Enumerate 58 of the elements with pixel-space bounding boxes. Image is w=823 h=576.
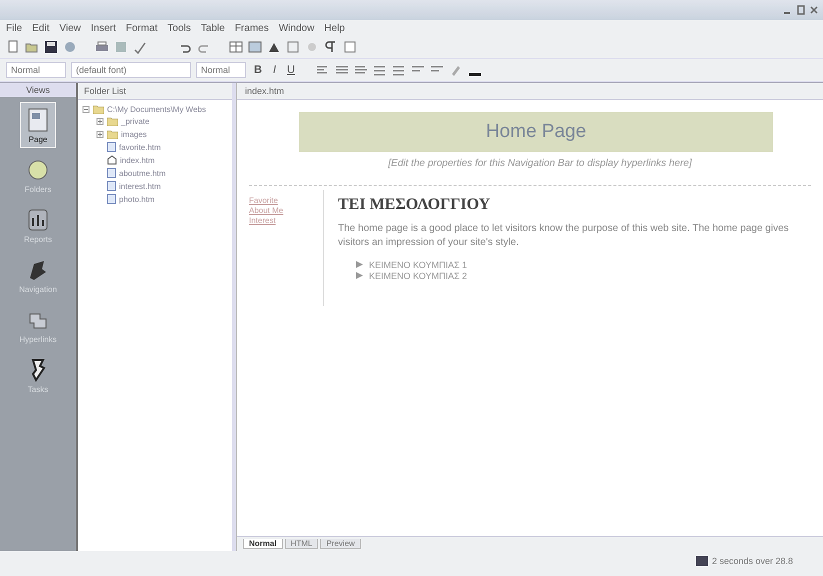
bullet-item: ΚΕΙΜΕΝΟ ΚΟΥΜΠΙΑΣ 2	[369, 270, 468, 280]
folder-list-item[interactable]: aboutme.htm	[96, 167, 166, 179]
folder-list-item[interactable]: photo.htm	[96, 193, 155, 205]
new-page-icon[interactable]	[6, 40, 20, 54]
italic-button[interactable]: I	[270, 64, 280, 76]
spelling-icon[interactable]	[133, 40, 147, 54]
page-heading: ΤΕΙ ΜΕΣΟΛΟΓΓΙΟΥ	[338, 196, 492, 214]
bullet-icon	[356, 272, 363, 279]
home-page-icon	[107, 155, 117, 165]
folder-list-item[interactable]: interest.htm	[96, 180, 161, 192]
page-banner: Home Page	[299, 112, 773, 152]
nav-link[interactable]: About Me	[249, 206, 319, 215]
numbered-list-icon[interactable]	[372, 63, 387, 77]
close-icon[interactable]	[809, 5, 819, 15]
menu-item[interactable]: Frames	[234, 22, 269, 34]
intro-paragraph: The home page is a good place to let visitors know the purpose of this web site. The home page gives visitors an impression of your site's style.	[338, 222, 790, 249]
expand-icon[interactable]	[96, 118, 104, 124]
web-page-icon	[107, 142, 116, 152]
view-button[interactable]: Page	[21, 103, 55, 147]
menu-item[interactable]: Insert	[90, 22, 116, 34]
size-dropdown[interactable]: Normal	[196, 62, 246, 78]
page-tab[interactable]: index.htm	[237, 83, 823, 100]
print-icon[interactable]	[95, 40, 109, 54]
bullet-item: ΚΕΙΜΕΝΟ ΚΟΥΜΠΙΑΣ 1	[369, 260, 468, 270]
menu-item[interactable]: Tools	[168, 22, 191, 34]
underline-button[interactable]: U	[284, 64, 298, 76]
paragraph-icon[interactable]	[324, 40, 338, 54]
view-tab[interactable]: Preview	[320, 539, 361, 549]
folder-list-item[interactable]: favorite.htm	[96, 141, 161, 153]
restore-icon[interactable]	[796, 5, 806, 15]
views-bar-title: Views	[0, 83, 76, 97]
bullet-list-icon[interactable]	[392, 63, 406, 77]
download-time: 2 seconds over 28.8	[712, 556, 793, 566]
menu-item[interactable]: Table	[200, 22, 225, 34]
menu-item[interactable]: View	[59, 22, 81, 34]
menu-item[interactable]: Window	[278, 22, 314, 34]
menu-item[interactable]: File	[6, 22, 22, 34]
table-icon[interactable]	[229, 40, 243, 54]
folder-list-item[interactable]: index.htm	[96, 154, 155, 166]
nav-link[interactable]: Interest	[249, 216, 319, 225]
menu-item[interactable]: Edit	[32, 22, 50, 34]
bold-button[interactable]: B	[251, 64, 265, 76]
view-tab[interactable]: HTML	[284, 539, 318, 549]
nav-link[interactable]: Favorite	[249, 196, 319, 205]
menu-item[interactable]: Format	[126, 22, 158, 34]
bullet-icon	[356, 261, 363, 268]
style-dropdown[interactable]: Normal	[6, 62, 66, 78]
menu-item[interactable]: Help	[324, 22, 345, 34]
save-icon[interactable]	[44, 40, 58, 54]
folder-list-item[interactable]: images	[96, 128, 147, 140]
folder-list-item[interactable]: C:\My Documents\My Webs	[82, 103, 206, 115]
view-tab[interactable]: Normal	[243, 539, 283, 549]
font-dropdown[interactable]: (default font)	[71, 62, 191, 78]
folder-list-item[interactable]: _private	[96, 115, 150, 127]
collapse-icon[interactable]	[82, 106, 90, 112]
expand-icon[interactable]	[96, 130, 104, 138]
folder-list-title: Folder List	[78, 83, 232, 100]
navigation-bar-note: [Edit the properties for this Navigation Bar to display hyperlinks here]	[388, 158, 692, 169]
